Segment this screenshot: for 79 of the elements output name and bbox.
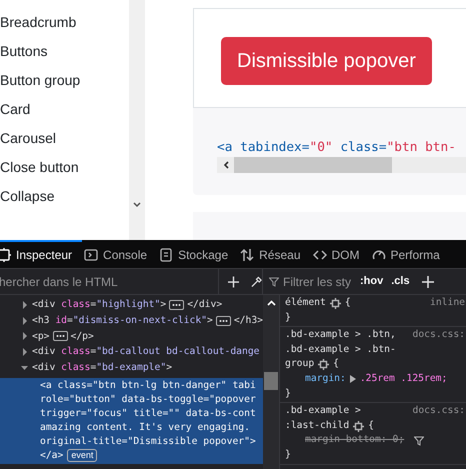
filter-icon[interactable] [414, 436, 424, 446]
code-line: <a tabindex="0" class="btn btn- [217, 140, 457, 156]
brace-text: { [333, 357, 340, 372]
css-selector: élément [285, 296, 326, 310]
sidebar-link[interactable]: Card [0, 95, 129, 124]
collapsed-triangle-icon[interactable] [20, 300, 30, 310]
markup-text: <div class="bd-example"> [32, 361, 172, 376]
console-icon [84, 248, 98, 262]
collapsed-triangle-icon[interactable] [20, 347, 30, 358]
css-declaration[interactable]: margin: .25rem .125rem; [285, 372, 466, 387]
brace-text: } [285, 310, 292, 325]
event-badge[interactable]: event [67, 449, 98, 462]
eyedropper-icon[interactable] [251, 276, 262, 288]
brace-text: } [285, 386, 292, 401]
html-search-field[interactable]: hercher dans le HTML [0, 269, 219, 294]
ellipsis-badge[interactable] [169, 300, 184, 310]
plus-icon[interactable] [228, 276, 239, 288]
scrollbar-thumb[interactable] [264, 372, 278, 390]
markup-text: </h3> [234, 314, 263, 328]
node-highlight-icon[interactable] [353, 420, 364, 432]
devtools-tab[interactable]: Console [82, 240, 158, 268]
css-selector: group [285, 357, 314, 372]
brace-text: } [285, 448, 292, 462]
sidebar-link[interactable]: Collapse [0, 182, 129, 211]
sidebar-link[interactable]: Carousel [0, 124, 129, 153]
node-highlight-icon[interactable] [318, 359, 330, 370]
source-link[interactable]: docs.css: [412, 404, 466, 419]
sidebar-link[interactable]: Button group [0, 66, 129, 95]
markup-text: trigger="focus" title="" data-bs-cont [40, 406, 256, 421]
code-brackets-icon [312, 248, 326, 262]
markup-text: <div class="bd-callout bd-callout-dange [32, 345, 260, 360]
markup-text: <p> [32, 330, 50, 344]
devtools-tab[interactable]: Performa [370, 240, 450, 268]
scroll-left-button[interactable] [217, 157, 234, 174]
plus-icon[interactable] [422, 276, 434, 288]
devtools-tab[interactable]: DOM [310, 240, 370, 268]
expand-triangle-icon[interactable] [350, 375, 356, 384]
brace-text: { [344, 296, 351, 310]
markup-text: amazing content. It's very engaging. [40, 420, 250, 435]
ellipsis-badge[interactable] [52, 331, 68, 342]
node-highlight-icon[interactable] [330, 298, 341, 309]
markup-text: original-title="Dismissible popover"> [40, 434, 256, 449]
markup-text: </p> [70, 330, 94, 344]
css-selector: .bd-example > .btn- [285, 342, 396, 357]
css-declaration[interactable]: margin-bottom: 0; [285, 433, 466, 448]
markup-text: </div> [187, 298, 222, 312]
scroll-down-icon[interactable] [133, 202, 141, 208]
css-selector: .bd-example > [285, 404, 361, 418]
collapsed-triangle-icon[interactable] [20, 331, 30, 342]
toggle-button[interactable]: .cls [391, 273, 410, 290]
markup-text: <a class="btn btn-lg btn-danger" tabi [40, 378, 256, 393]
devtools-tab[interactable]: Inspecteur [0, 240, 82, 268]
devtools-tab[interactable]: Réseau [238, 240, 310, 268]
horizontal-scrollbar[interactable] [234, 157, 466, 174]
popover-button[interactable]: Dismissible popover [221, 37, 432, 85]
styles-filter-field[interactable]: Filtrer les sty [269, 272, 354, 290]
brace-text: { [368, 418, 374, 433]
css-selector: :last-child [285, 418, 350, 433]
network-icon [240, 248, 254, 262]
scroll-up-icon[interactable] [266, 300, 276, 306]
markup-text: <h3 id="dismiss-on-next-click"> [32, 314, 213, 328]
markup-text: <div class="highlight"> [32, 298, 166, 312]
gauge-icon [372, 248, 386, 262]
selected-node[interactable]: <a class="btn btn-lg btn-danger" tabi role="button" data-bs-toggle="popover trigger="focus" title="" data-bs-cont amazing content. It's very engaging. original-title="Dismissible popover"> </a> event [0, 378, 263, 464]
sidebar-link[interactable]: Buttons [0, 37, 129, 66]
markup-text: </a> [40, 448, 64, 463]
markup-text: role="button" data-bs-toggle="popover [40, 392, 256, 407]
inspector-icon [0, 248, 11, 262]
sidebar-link[interactable]: Breadcrumb [0, 8, 129, 37]
chevron-left-icon [222, 161, 228, 170]
toggle-button[interactable]: :hov [360, 273, 384, 290]
devtools-tab[interactable]: Stockage [157, 240, 238, 268]
css-selector: .bd-example > .btn, [285, 328, 396, 342]
source-link[interactable]: docs.css: [412, 328, 466, 343]
source-link[interactable]: inline [430, 296, 466, 311]
ellipsis-badge[interactable] [216, 316, 231, 326]
storage-icon [159, 248, 174, 262]
filter-icon [269, 276, 279, 286]
sidebar-link[interactable]: Close button [0, 153, 129, 182]
